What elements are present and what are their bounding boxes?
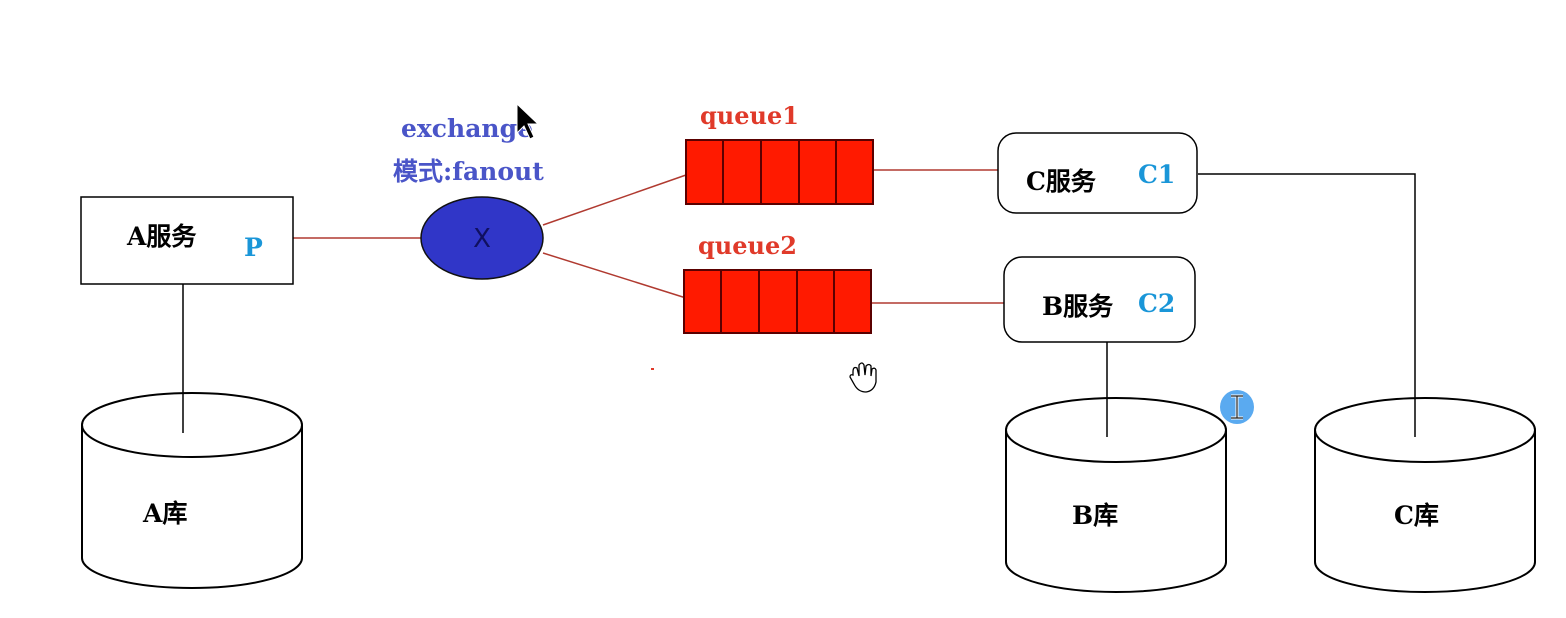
queue1-node: queue1 [685,101,874,205]
link-exchange-queue1 [542,174,687,226]
consumer-b-node: B服务 C2 [1003,256,1196,343]
consumer-c-label: C服务 [1026,167,1096,196]
producer-node: A服务 P [80,196,294,285]
stray-mark [651,368,654,370]
link-exchange-queue2 [542,252,687,299]
database-b-label: B库 [1072,501,1118,530]
database-a-label: A库 [142,499,187,528]
queue1-label: queue1 [700,101,799,130]
exchange-mode: 模式:fanout [393,157,544,186]
database-c-label: C库 [1394,501,1439,530]
database-c: C库 [1314,397,1536,593]
queue2-label: queue2 [698,231,797,260]
consumer-c-node: C服务 C1 [997,132,1198,214]
database-a: A库 [81,392,303,589]
consumer-c-tag: C1 [1138,160,1175,189]
exchange-node: exchange 模式:fanout X [393,114,544,280]
fanout-diagram: A服务 P exchange 模式:fanout X queue1 queue2… [80,101,1536,593]
consumer-b-label: B服务 [1042,292,1113,321]
producer-tag: P [244,233,263,262]
text-cursor-icon [1220,390,1254,424]
queue2-node: queue2 [683,231,872,334]
hand-cursor-icon [849,362,877,393]
exchange-title: exchange [401,114,533,143]
consumer-b-tag: C2 [1138,289,1175,318]
producer-label: A服务 [126,222,196,251]
exchange-symbol: X [473,224,491,254]
database-b: B库 [1005,397,1227,593]
